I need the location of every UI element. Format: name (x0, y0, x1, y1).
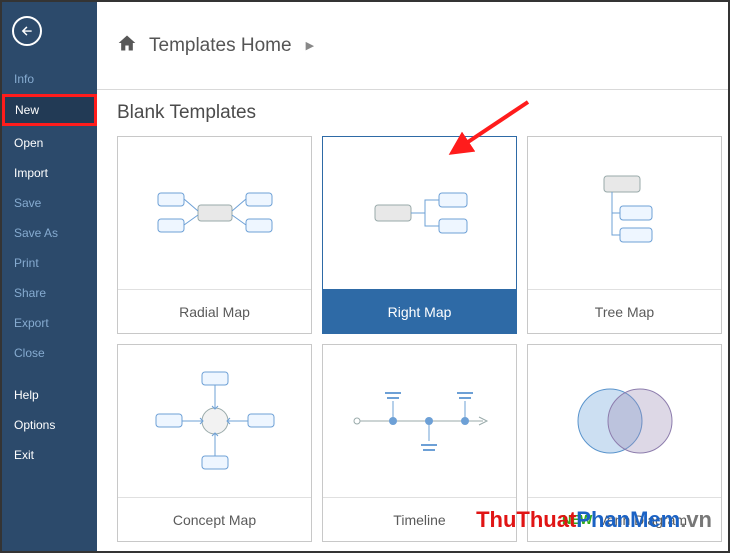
template-caption: Right Map (323, 289, 516, 333)
sidebar-item-label: Save (14, 196, 41, 210)
template-grid: Radial Map Right Map (97, 136, 728, 542)
sidebar-item-label: Save As (14, 226, 58, 240)
sidebar-item-label: Help (14, 388, 39, 402)
template-caption: Concept Map (118, 497, 311, 541)
template-thumb (323, 345, 516, 497)
arrow-left-icon (20, 24, 34, 38)
template-label: Concept Map (173, 512, 256, 528)
venn-diagram-icon (555, 371, 695, 471)
template-label: Right Map (388, 304, 452, 320)
sidebar: Info New Open Import Save Save As Print … (2, 2, 97, 551)
sidebar-item-label: Close (14, 346, 45, 360)
template-thumb (528, 345, 721, 497)
sidebar-item-options[interactable]: Options (2, 410, 97, 440)
section-title: Blank Templates (97, 90, 728, 136)
right-map-icon (355, 173, 485, 253)
sidebar-item-label: Import (14, 166, 48, 180)
breadcrumb: Templates Home ▶ (97, 2, 728, 90)
sidebar-item-label: Share (14, 286, 46, 300)
template-card-timeline[interactable]: Timeline (322, 344, 517, 542)
sidebar-item-label: New (15, 103, 39, 117)
timeline-icon (345, 371, 495, 471)
chevron-right-icon: ▶ (306, 39, 314, 52)
sidebar-item-import[interactable]: Import (2, 158, 97, 188)
template-caption: Radial Map (118, 289, 311, 333)
template-card-right-map[interactable]: Right Map (322, 136, 517, 334)
template-card-tree-map[interactable]: Tree Map (527, 136, 722, 334)
tree-map-icon (560, 168, 690, 258)
sidebar-item-new[interactable]: New (2, 94, 97, 126)
template-thumb (323, 137, 516, 289)
sidebar-item-open[interactable]: Open (2, 128, 97, 158)
concept-map-icon (150, 366, 280, 476)
sidebar-item-export[interactable]: Export (2, 308, 97, 338)
radial-map-icon (150, 173, 280, 253)
app-window: Info New Open Import Save Save As Print … (0, 0, 730, 553)
main-panel: Templates Home ▶ Blank Templates Radi (97, 2, 728, 551)
sidebar-item-close[interactable]: Close (2, 338, 97, 368)
template-label: Tree Map (595, 304, 654, 320)
template-caption: Timeline (323, 497, 516, 541)
template-label: Radial Map (179, 304, 250, 320)
template-thumb (528, 137, 721, 289)
sidebar-item-exit[interactable]: Exit (2, 440, 97, 470)
template-label: Venn Diagram (598, 512, 687, 528)
template-card-concept-map[interactable]: Concept Map (117, 344, 312, 542)
sidebar-item-save[interactable]: Save (2, 188, 97, 218)
sidebar-item-label: Export (14, 316, 49, 330)
sidebar-item-label: Options (14, 418, 55, 432)
sidebar-item-help[interactable]: Help (2, 380, 97, 410)
back-button[interactable] (12, 16, 42, 46)
sidebar-item-share[interactable]: Share (2, 278, 97, 308)
sidebar-item-save-as[interactable]: Save As (2, 218, 97, 248)
sidebar-item-info[interactable]: Info (2, 64, 97, 94)
sidebar-item-print[interactable]: Print (2, 248, 97, 278)
template-caption: NEW Venn Diagram (528, 497, 721, 541)
sidebar-item-label: Exit (14, 448, 34, 462)
template-thumb (118, 345, 311, 497)
sidebar-item-label: Print (14, 256, 39, 270)
template-caption: Tree Map (528, 289, 721, 333)
breadcrumb-title[interactable]: Templates Home (149, 35, 292, 57)
new-badge: NEW (562, 512, 592, 527)
sidebar-item-label: Open (14, 136, 43, 150)
template-label: Timeline (393, 512, 445, 528)
template-card-venn-diagram[interactable]: NEW Venn Diagram (527, 344, 722, 542)
home-icon[interactable] (117, 33, 137, 59)
template-thumb (118, 137, 311, 289)
sidebar-item-label: Info (14, 72, 34, 86)
template-card-radial-map[interactable]: Radial Map (117, 136, 312, 334)
